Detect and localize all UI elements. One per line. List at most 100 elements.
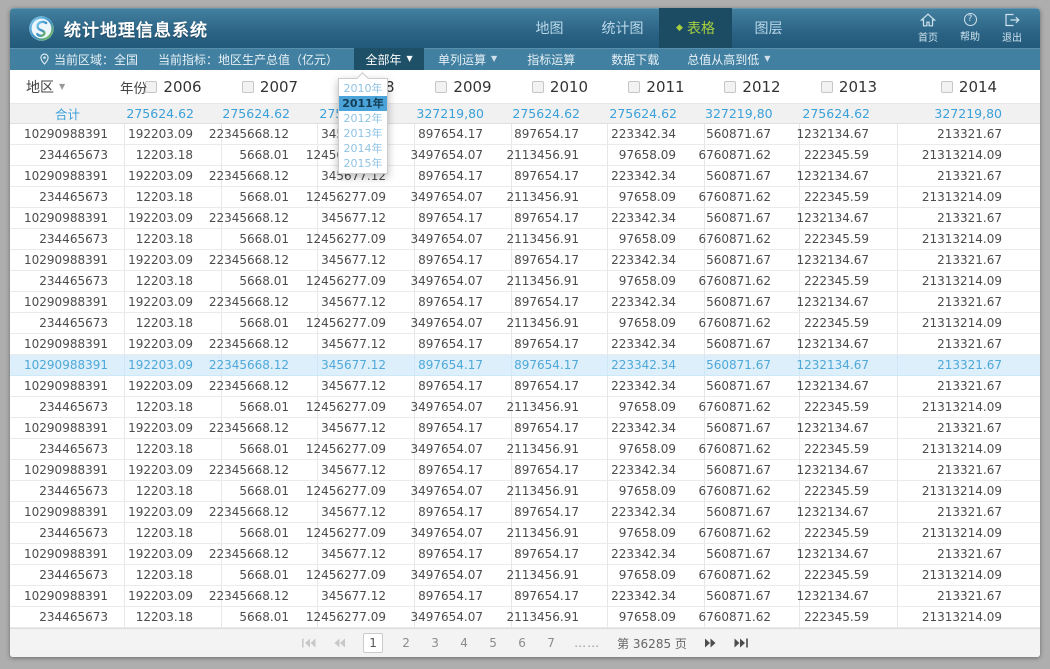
action-label: 首页 bbox=[918, 29, 938, 44]
page-button-current[interactable]: 1 bbox=[363, 633, 383, 653]
sort-order-button[interactable]: 总值从高到低 ▼ bbox=[687, 51, 770, 68]
indicator-op-button[interactable]: 指标运算 bbox=[527, 51, 575, 68]
data-download-button[interactable]: 数据下载 bbox=[611, 51, 659, 68]
value-cell: 1232134.67 bbox=[800, 250, 898, 270]
year-option-2012[interactable]: 2012年 bbox=[339, 111, 387, 126]
year-option-2013[interactable]: 2013年 bbox=[339, 126, 387, 141]
value-cell: 12456277.09 bbox=[318, 313, 415, 333]
value-cell: 22345668.12 bbox=[222, 376, 318, 396]
page-button-6[interactable]: 6 bbox=[516, 636, 528, 650]
year-header-label: 2007 bbox=[260, 78, 298, 96]
last-page-button[interactable] bbox=[734, 638, 749, 648]
table-row[interactable]: 23446567312203.185668.0112456277.0934976… bbox=[10, 313, 1040, 334]
table-row[interactable]: 10290988391192203.0922345668.12345677.12… bbox=[10, 292, 1040, 313]
table-row[interactable]: 10290988391192203.0922345668.12345677.12… bbox=[10, 166, 1040, 187]
region-code-cell: 234465673 bbox=[10, 313, 125, 333]
value-cell: 2113456.91 bbox=[512, 481, 608, 501]
help-button[interactable]: ? 帮助 bbox=[954, 13, 986, 44]
value-cell: 223342.34 bbox=[608, 586, 705, 606]
value-cell: 192203.09 bbox=[125, 376, 222, 396]
region-column-header[interactable]: 地区 ▼ bbox=[10, 77, 125, 97]
nav-item-table[interactable]: ◆ 表格 bbox=[659, 8, 732, 48]
value-cell: 5668.01 bbox=[222, 607, 318, 627]
table-row[interactable]: 23446567312203.185668.0112456277.0934976… bbox=[10, 523, 1040, 544]
total-value-2010: 275624.62 bbox=[512, 106, 608, 121]
table-row[interactable]: 23446567312203.185668.0112456277.0934976… bbox=[10, 607, 1040, 628]
table-row[interactable]: 23446567312203.185668.0112456277.0934976… bbox=[10, 271, 1040, 292]
value-cell: 12456277.09 bbox=[318, 607, 415, 627]
first-page-button[interactable] bbox=[301, 638, 316, 648]
value-cell: 223342.34 bbox=[608, 376, 705, 396]
table-row[interactable]: 23446567312203.185668.0112456277.0934976… bbox=[10, 439, 1040, 460]
value-cell: 897654.17 bbox=[415, 208, 512, 228]
year-checkbox-2007[interactable] bbox=[242, 81, 254, 93]
value-cell: 21313214.09 bbox=[898, 523, 1040, 543]
value-cell: 213321.67 bbox=[898, 292, 1040, 312]
value-cell: 12456277.09 bbox=[318, 523, 415, 543]
value-cell: 223342.34 bbox=[608, 124, 705, 144]
year-checkbox-2014[interactable] bbox=[941, 81, 953, 93]
table-row[interactable]: 10290988391192203.0922345668.12345677.12… bbox=[10, 334, 1040, 355]
value-cell: 897654.17 bbox=[415, 376, 512, 396]
nav-item-layers[interactable]: 图层 bbox=[732, 8, 805, 48]
year-option-2014[interactable]: 2014年 bbox=[339, 141, 387, 156]
table-row[interactable]: 10290988391192203.0922345668.12345677.12… bbox=[10, 250, 1040, 271]
table-row[interactable]: 23446567312203.185668.0112456277.0934976… bbox=[10, 397, 1040, 418]
value-cell: 897654.17 bbox=[512, 334, 608, 354]
year-checkbox-2009[interactable] bbox=[435, 81, 447, 93]
table-row[interactable]: 23446567312203.185668.0112456277.0934976… bbox=[10, 145, 1040, 166]
year-option-2011-selected[interactable]: 2011年 bbox=[339, 96, 387, 111]
nav-item-map[interactable]: 地图 bbox=[513, 8, 586, 48]
year-filter-button[interactable]: 全部年 ▼ bbox=[354, 48, 424, 70]
value-cell: 97658.09 bbox=[608, 397, 705, 417]
value-cell: 3497654.07 bbox=[415, 565, 512, 585]
table-row[interactable]: 10290988391192203.0922345668.12345677.12… bbox=[10, 208, 1040, 229]
table-row-highlighted[interactable]: 10290988391192203.0922345668.12345677.12… bbox=[10, 355, 1040, 376]
single-column-op-button[interactable]: 单列运算 ▼ bbox=[438, 51, 497, 68]
page-button-4[interactable]: 4 bbox=[458, 636, 470, 650]
value-cell: 192203.09 bbox=[125, 502, 222, 522]
year-header-label: 2011 bbox=[646, 78, 684, 96]
page-button-5[interactable]: 5 bbox=[487, 636, 499, 650]
value-cell: 222345.59 bbox=[800, 187, 898, 207]
table-row[interactable]: 10290988391192203.0922345668.12345677.12… bbox=[10, 544, 1040, 565]
value-cell: 560871.67 bbox=[705, 355, 800, 375]
value-cell: 345677.12 bbox=[318, 418, 415, 438]
value-cell: 560871.67 bbox=[705, 292, 800, 312]
year-checkbox-2011[interactable] bbox=[628, 81, 640, 93]
value-cell: 897654.17 bbox=[415, 166, 512, 186]
year-option-2015[interactable]: 2015年 bbox=[339, 156, 387, 171]
page-button-3[interactable]: 3 bbox=[429, 636, 441, 650]
next-page-button[interactable] bbox=[704, 638, 717, 648]
value-cell: 897654.17 bbox=[415, 124, 512, 144]
page-button-7[interactable]: 7 bbox=[545, 636, 557, 650]
prev-page-button[interactable] bbox=[333, 638, 346, 648]
year-checkbox-2012[interactable] bbox=[724, 81, 736, 93]
value-cell: 6760871.62 bbox=[705, 313, 800, 333]
logout-button[interactable]: 退出 bbox=[996, 13, 1028, 44]
value-cell: 192203.09 bbox=[125, 460, 222, 480]
nav-item-chart[interactable]: 统计图 bbox=[586, 8, 659, 48]
table-row[interactable]: 23446567312203.185668.0112456277.0934976… bbox=[10, 481, 1040, 502]
table-row[interactable]: 10290988391192203.0922345668.12345677.12… bbox=[10, 376, 1040, 397]
value-cell: 223342.34 bbox=[608, 460, 705, 480]
nav-label: 图层 bbox=[755, 18, 783, 38]
value-cell: 213321.67 bbox=[898, 460, 1040, 480]
value-cell: 12203.18 bbox=[125, 229, 222, 249]
table-row[interactable]: 10290988391192203.0922345668.12345677.12… bbox=[10, 460, 1040, 481]
table-row[interactable]: 23446567312203.185668.0112456277.0934976… bbox=[10, 229, 1040, 250]
year-checkbox-2010[interactable] bbox=[532, 81, 544, 93]
chevron-down-icon: ▼ bbox=[491, 55, 497, 63]
table-row[interactable]: 10290988391192203.0922345668.12345677.12… bbox=[10, 124, 1040, 145]
table-row[interactable]: 10290988391192203.0922345668.12345677.12… bbox=[10, 502, 1040, 523]
page-button-2[interactable]: 2 bbox=[400, 636, 412, 650]
table-row[interactable]: 10290988391192203.0922345668.12345677.12… bbox=[10, 418, 1040, 439]
table-row[interactable]: 23446567312203.185668.0112456277.0934976… bbox=[10, 565, 1040, 586]
year-checkbox-2006[interactable] bbox=[145, 81, 157, 93]
year-checkbox-2013[interactable] bbox=[821, 81, 833, 93]
year-column-header-2010: 2010 bbox=[512, 78, 608, 96]
year-option-2010[interactable]: 2010年 bbox=[339, 81, 387, 96]
table-row[interactable]: 23446567312203.185668.0112456277.0934976… bbox=[10, 187, 1040, 208]
table-row[interactable]: 10290988391192203.0922345668.12345677.12… bbox=[10, 586, 1040, 607]
home-button[interactable]: 首页 bbox=[912, 13, 944, 44]
